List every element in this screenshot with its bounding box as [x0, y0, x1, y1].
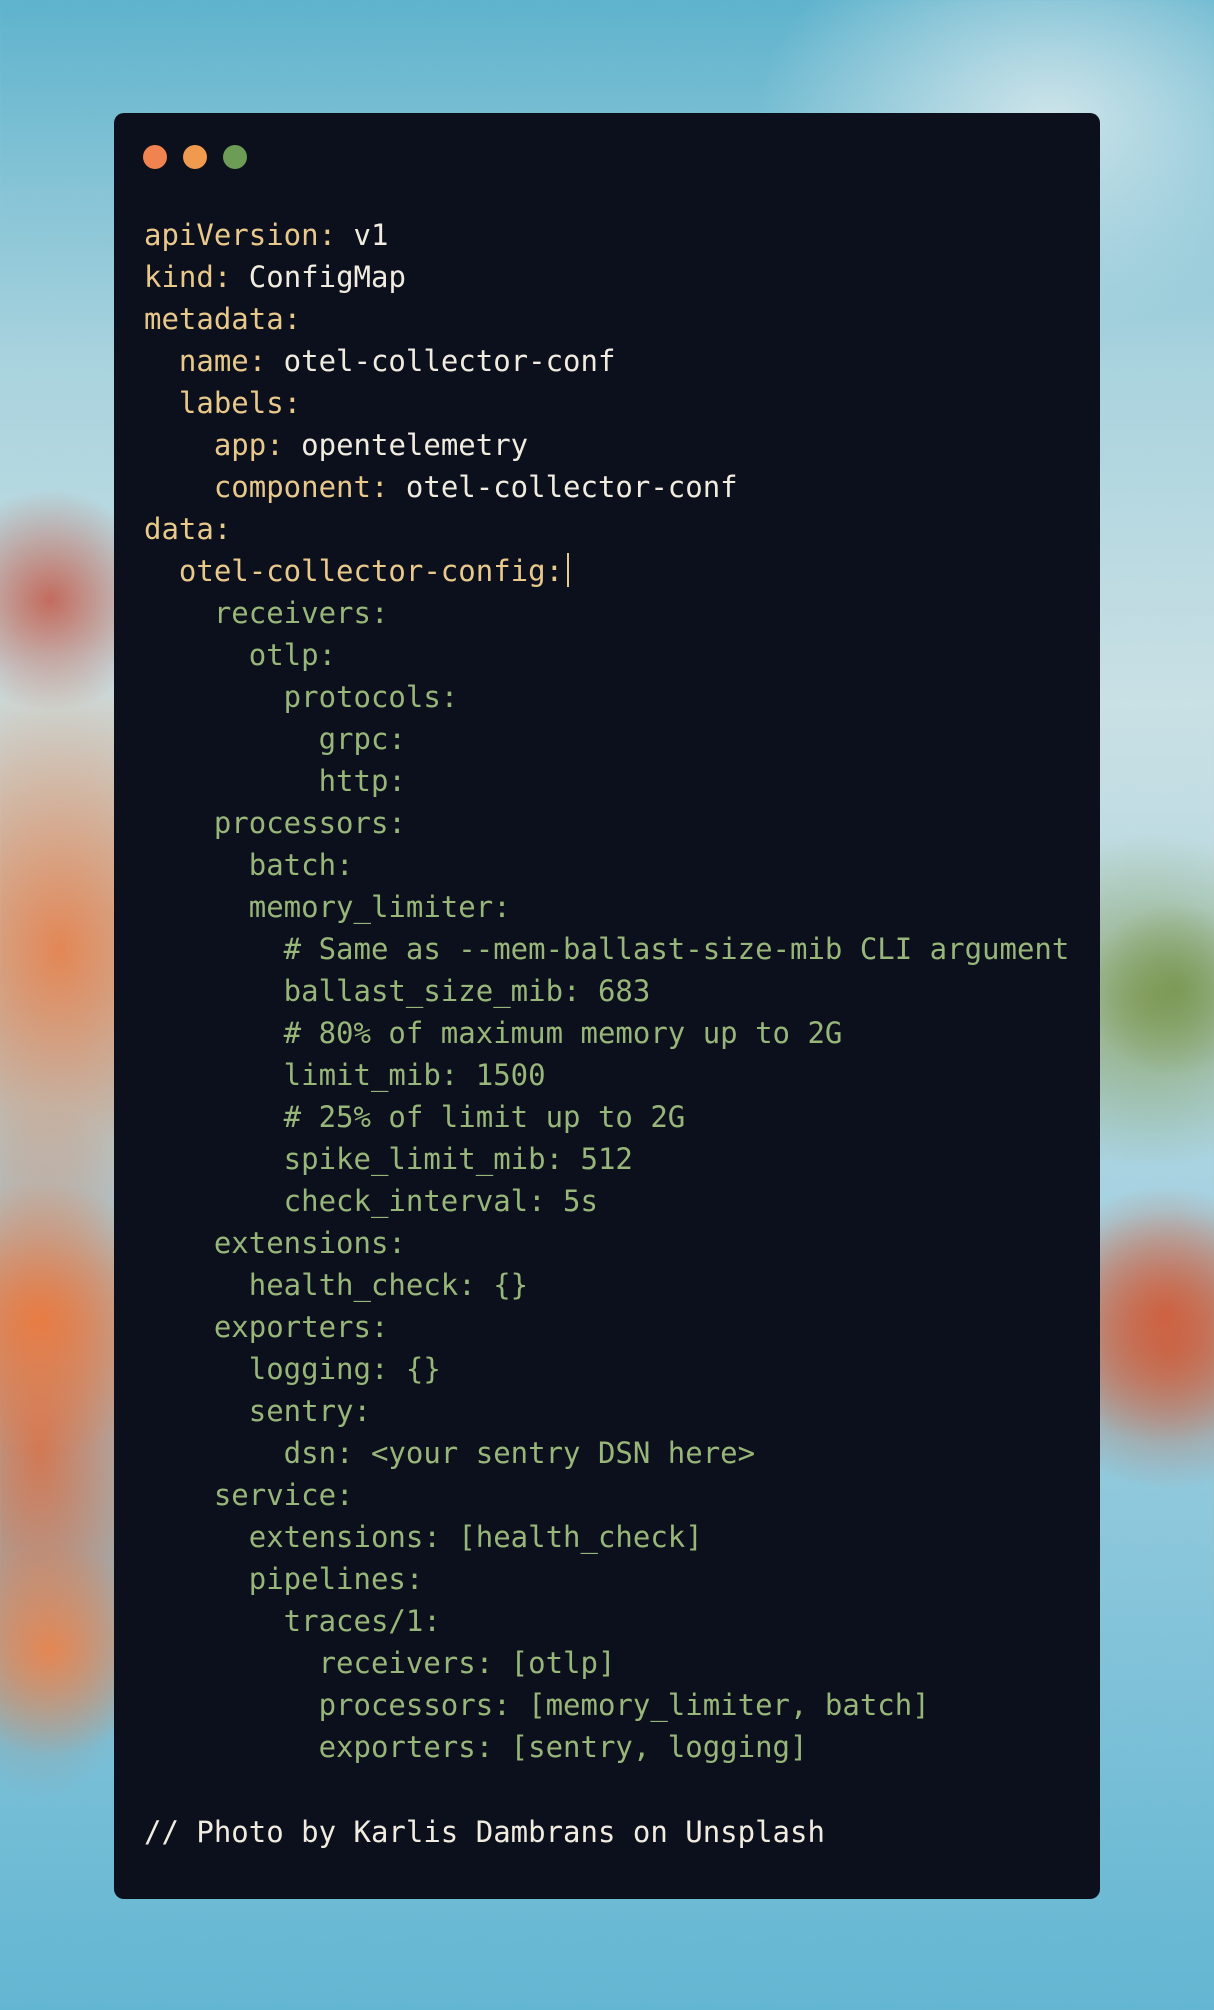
code-text: # Same as --mem-ballast-size-mib CLI arg…	[144, 932, 1070, 966]
code-line: # Same as --mem-ballast-size-mib CLI arg…	[144, 928, 1080, 970]
code-line: kind: ConfigMap	[144, 256, 1080, 298]
code-value: ConfigMap	[231, 260, 406, 294]
code-text: logging: {}	[144, 1352, 441, 1386]
code-text: grpc:	[144, 722, 406, 756]
text-cursor	[567, 553, 570, 587]
code-key: app:	[144, 428, 284, 462]
code-line: data:	[144, 508, 1080, 550]
code-text: exporters: [sentry, logging]	[144, 1730, 808, 1764]
code-line: extensions: [health_check]	[144, 1516, 1080, 1558]
code-line: receivers:	[144, 592, 1080, 634]
code-value: opentelemetry	[283, 428, 529, 462]
code-line: app: opentelemetry	[144, 424, 1080, 466]
code-text: processors: [memory_limiter, batch]	[144, 1688, 930, 1722]
code-line: # 80% of maximum memory up to 2G	[144, 1012, 1080, 1054]
window-maximize-dot[interactable]	[223, 145, 247, 169]
code-text: ballast_size_mib: 683	[144, 974, 651, 1008]
background-flower-right	[1080, 1150, 1214, 1480]
code-line: component: otel-collector-conf	[144, 466, 1080, 508]
code-text: receivers:	[144, 596, 389, 630]
code-text: pipelines:	[144, 1562, 424, 1596]
code-line: logging: {}	[144, 1348, 1080, 1390]
code-line: traces/1:	[144, 1600, 1080, 1642]
code-text: extensions:	[144, 1226, 406, 1260]
code-value: otel-collector-conf	[266, 344, 616, 378]
code-text: sentry:	[144, 1394, 371, 1428]
code-line: service:	[144, 1474, 1080, 1516]
code-text: memory_limiter:	[144, 890, 511, 924]
code-block: apiVersion: v1 kind: ConfigMap metadata: n…	[144, 214, 1080, 1768]
code-text: service:	[144, 1478, 354, 1512]
code-line: # 25% of limit up to 2G	[144, 1096, 1080, 1138]
window-close-dot[interactable]	[143, 145, 167, 169]
code-line: apiVersion: v1	[144, 214, 1080, 256]
code-text: health_check: {}	[144, 1268, 529, 1302]
code-text: limit_mib: 1500	[144, 1058, 546, 1092]
code-key: name:	[144, 344, 267, 378]
code-text: protocols:	[144, 680, 459, 714]
window-controls	[143, 145, 247, 169]
code-key: kind:	[144, 260, 232, 294]
background-flower-left-bottom	[0, 1520, 130, 1780]
code-text: traces/1:	[144, 1604, 441, 1638]
code-text: # 25% of limit up to 2G	[144, 1100, 686, 1134]
code-line: receivers: [otlp]	[144, 1642, 1080, 1684]
code-key: component:	[144, 470, 389, 504]
code-key: otel-collector-config:	[144, 554, 564, 588]
code-line: memory_limiter:	[144, 886, 1080, 928]
code-line: ballast_size_mib: 683	[144, 970, 1080, 1012]
code-text: receivers: [otlp]	[144, 1646, 616, 1680]
code-line: exporters:	[144, 1306, 1080, 1348]
code-text: exporters:	[144, 1310, 389, 1344]
code-line: extensions:	[144, 1222, 1080, 1264]
code-text: spike_limit_mib: 512	[144, 1142, 633, 1176]
code-text: check_interval: 5s	[144, 1184, 598, 1218]
code-line: limit_mib: 1500	[144, 1054, 1080, 1096]
code-text: otlp:	[144, 638, 337, 672]
code-line: processors:	[144, 802, 1080, 844]
code-line: otlp:	[144, 634, 1080, 676]
code-line: metadata:	[144, 298, 1080, 340]
code-line: pipelines:	[144, 1558, 1080, 1600]
code-value: v1	[336, 218, 389, 252]
code-line: name: otel-collector-conf	[144, 340, 1080, 382]
code-key: apiVersion:	[144, 218, 337, 252]
code-line: health_check: {}	[144, 1264, 1080, 1306]
code-line: batch:	[144, 844, 1080, 886]
code-key: metadata:	[144, 302, 302, 336]
photo-credit: // Photo by Karlis Dambrans on Unsplash	[144, 1815, 825, 1849]
background-leaf-right	[1090, 900, 1214, 1080]
code-key: data:	[144, 512, 232, 546]
code-line: exporters: [sentry, logging]	[144, 1726, 1080, 1768]
code-line: labels:	[144, 382, 1080, 424]
code-text: batch:	[144, 848, 354, 882]
code-line: protocols:	[144, 676, 1080, 718]
code-line: otel-collector-config:	[144, 550, 1080, 592]
code-text: dsn: <your sentry DSN here>	[144, 1436, 756, 1470]
code-line: spike_limit_mib: 512	[144, 1138, 1080, 1180]
code-line: http:	[144, 760, 1080, 802]
code-line: dsn: <your sentry DSN here>	[144, 1432, 1080, 1474]
code-text: # 80% of maximum memory up to 2G	[144, 1016, 843, 1050]
code-window: apiVersion: v1 kind: ConfigMap metadata: n…	[114, 113, 1100, 1899]
code-line: processors: [memory_limiter, batch]	[144, 1684, 1080, 1726]
code-text: http:	[144, 764, 406, 798]
code-key: labels:	[144, 386, 302, 420]
window-minimize-dot[interactable]	[183, 145, 207, 169]
code-line: check_interval: 5s	[144, 1180, 1080, 1222]
code-line: sentry:	[144, 1390, 1080, 1432]
code-text: processors:	[144, 806, 406, 840]
code-text: extensions: [health_check]	[144, 1520, 703, 1554]
code-value: otel-collector-conf	[388, 470, 738, 504]
code-line: grpc:	[144, 718, 1080, 760]
